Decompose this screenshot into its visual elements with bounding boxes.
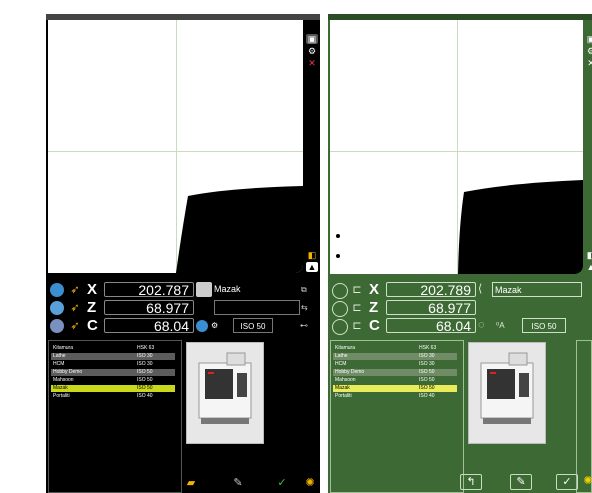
list-item[interactable]: Lathe ISO 30 [51, 353, 175, 360]
dro-row-x: ⊏ X 202.789 ⟨ Mazak [330, 281, 592, 299]
arrow-icon[interactable]: ⇆ [301, 300, 308, 315]
machine-selector: Kitamura HSK 63 Lathe ISO 30 HCM ISO 30 Hob… [48, 340, 320, 493]
edit-icon[interactable]: ✎ [228, 476, 248, 490]
sun-icon[interactable]: ✺ [300, 476, 320, 490]
dro-value-z[interactable]: 68.977 [386, 300, 476, 316]
dro-row-z: ⊏ Z 68.977 [330, 299, 592, 317]
list-item[interactable]: Portaliti ISO 40 [51, 393, 175, 400]
target-icon[interactable] [196, 320, 208, 332]
machine-list[interactable]: Kitamura HSK 63 Lathe ISO 30 HCM ISO 30 Hob… [48, 340, 182, 493]
sun-icon[interactable]: ✺ [578, 474, 592, 488]
close-icon[interactable]: ✕ [306, 58, 318, 68]
globe-icon [50, 319, 64, 333]
tool-icon: ⊏ [352, 284, 362, 296]
dro-row-x: ➶ X 202.787 Mazak ⧉ [48, 282, 320, 298]
toggle-icon[interactable]: ⧉ [301, 282, 307, 297]
machine-icon[interactable] [196, 282, 212, 297]
tool-icon: ⊏ [352, 302, 362, 314]
dro-value-z[interactable]: 68.977 [104, 300, 194, 316]
dro-value-x[interactable]: 202.789 [386, 282, 476, 298]
cnc-machine-picture [198, 352, 252, 424]
globe-icon [332, 319, 348, 335]
axis-label-c: C [87, 317, 98, 334]
left-panel: ▣ ⚙ ✕ ◧ ▲ ➶ X 202.787 Mazak ⧉ ➶ Z 68.977… [46, 14, 320, 493]
layer-icon[interactable]: ◧ [585, 250, 592, 260]
machine-selector: Kitamura HSK 63 Lathe ISO 30 HCM ISO 30 Hob… [330, 340, 592, 493]
layer-icon[interactable]: ◧ [306, 250, 318, 260]
camera-icon[interactable]: ▣ [306, 34, 318, 44]
right-panel: ▣ ⚙ ✕ ◧ ▲ ⊏ X 202.789 ⟨ Mazak ⊏ Z 68.977… [328, 14, 592, 493]
list-item[interactable]: HCM ISO 30 [333, 361, 457, 368]
lock-icon[interactable]: ▲ [306, 262, 318, 272]
dro-value-c[interactable]: 68.04 [386, 318, 476, 334]
measure-icon[interactable]: ⊷ [300, 318, 308, 333]
viewport-canvas[interactable] [48, 20, 303, 273]
globe-icon [50, 301, 64, 315]
viewport-canvas[interactable] [330, 20, 583, 274]
list-item[interactable]: Portaliti ISO 40 [333, 393, 457, 400]
cnc-machine-picture [480, 352, 534, 424]
machine-name: Mazak [214, 284, 241, 294]
tool-profile [336, 180, 583, 274]
empty-field[interactable] [214, 300, 300, 315]
tool-profile [176, 186, 303, 273]
camera-icon[interactable]: ▣ [585, 34, 592, 44]
globe-icon [332, 283, 348, 299]
list-item[interactable]: Mahsoon ISO 50 [333, 377, 457, 384]
scrollbar[interactable] [576, 340, 592, 493]
info-icon[interactable]: ↰ [460, 474, 482, 490]
tool-icon: ➶ [70, 302, 80, 314]
dro-value-c[interactable]: 68.04 [104, 318, 194, 334]
dro-row-z: ➶ Z 68.977 ⇆ [48, 300, 320, 316]
machine-list[interactable]: Kitamura HSK 63 Lathe ISO 30 HCM ISO 30 Hob… [330, 340, 464, 493]
axis-label-x: X [87, 281, 98, 298]
check-icon[interactable]: ✓ [556, 474, 578, 490]
gear-icon[interactable]: ⁰A [496, 318, 514, 333]
folder-icon[interactable]: ▰ [181, 476, 201, 490]
list-item[interactable]: Lathe ISO 30 [333, 353, 457, 360]
spindle-label: ISO 50 [233, 318, 273, 333]
check-icon[interactable]: ✓ [272, 476, 292, 490]
axis-label-c: C [369, 317, 380, 334]
tool-icon: ⊏ [352, 320, 362, 332]
machine-image [468, 342, 546, 444]
settings-icon[interactable]: ⚙ [306, 46, 318, 56]
axis-label-z: Z [87, 299, 97, 316]
tool-icon: ➶ [70, 320, 80, 332]
globe-icon [50, 283, 64, 297]
machine-image [186, 342, 264, 444]
globe-icon [332, 301, 348, 317]
settings-icon[interactable]: ⚙ [585, 46, 592, 56]
dro-row-c: ⊏ C 68.04 ◌ ⁰A ISO 50 [330, 317, 592, 335]
list-item-selected[interactable]: Mazak ISO 50 [51, 385, 175, 392]
target-icon[interactable]: ◌ [478, 318, 492, 333]
list-item[interactable]: Mahsoon ISO 50 [51, 377, 175, 384]
axis-label-z: Z [369, 299, 379, 316]
list-item[interactable]: Kitamura HSK 63 [333, 345, 457, 352]
dro-value-x[interactable]: 202.787 [104, 282, 194, 298]
spindle-label: ISO 50 [522, 318, 566, 333]
list-item[interactable]: Hobby Demo ISO 50 [51, 369, 175, 376]
machine-name: Mazak [492, 282, 582, 297]
lock-icon[interactable]: ▲ [585, 262, 592, 272]
dro-row-c: ➶ C 68.04 ⚙ ISO 50 ⊷ [48, 318, 320, 334]
edit-icon[interactable]: ✎ [510, 474, 532, 490]
list-item-selected[interactable]: Mazak ISO 50 [333, 385, 457, 392]
machine-icon[interactable]: ⟨ [478, 282, 490, 297]
tool-icon: ➶ [70, 284, 80, 296]
axis-label-x: X [369, 281, 380, 298]
gear-icon[interactable]: ⚙ [211, 318, 225, 333]
list-item[interactable]: Kitamura HSK 63 [51, 345, 175, 352]
close-icon[interactable]: ✕ [585, 58, 592, 68]
list-item[interactable]: Hobby Demo ISO 50 [333, 369, 457, 376]
list-item[interactable]: HCM ISO 30 [51, 361, 175, 368]
